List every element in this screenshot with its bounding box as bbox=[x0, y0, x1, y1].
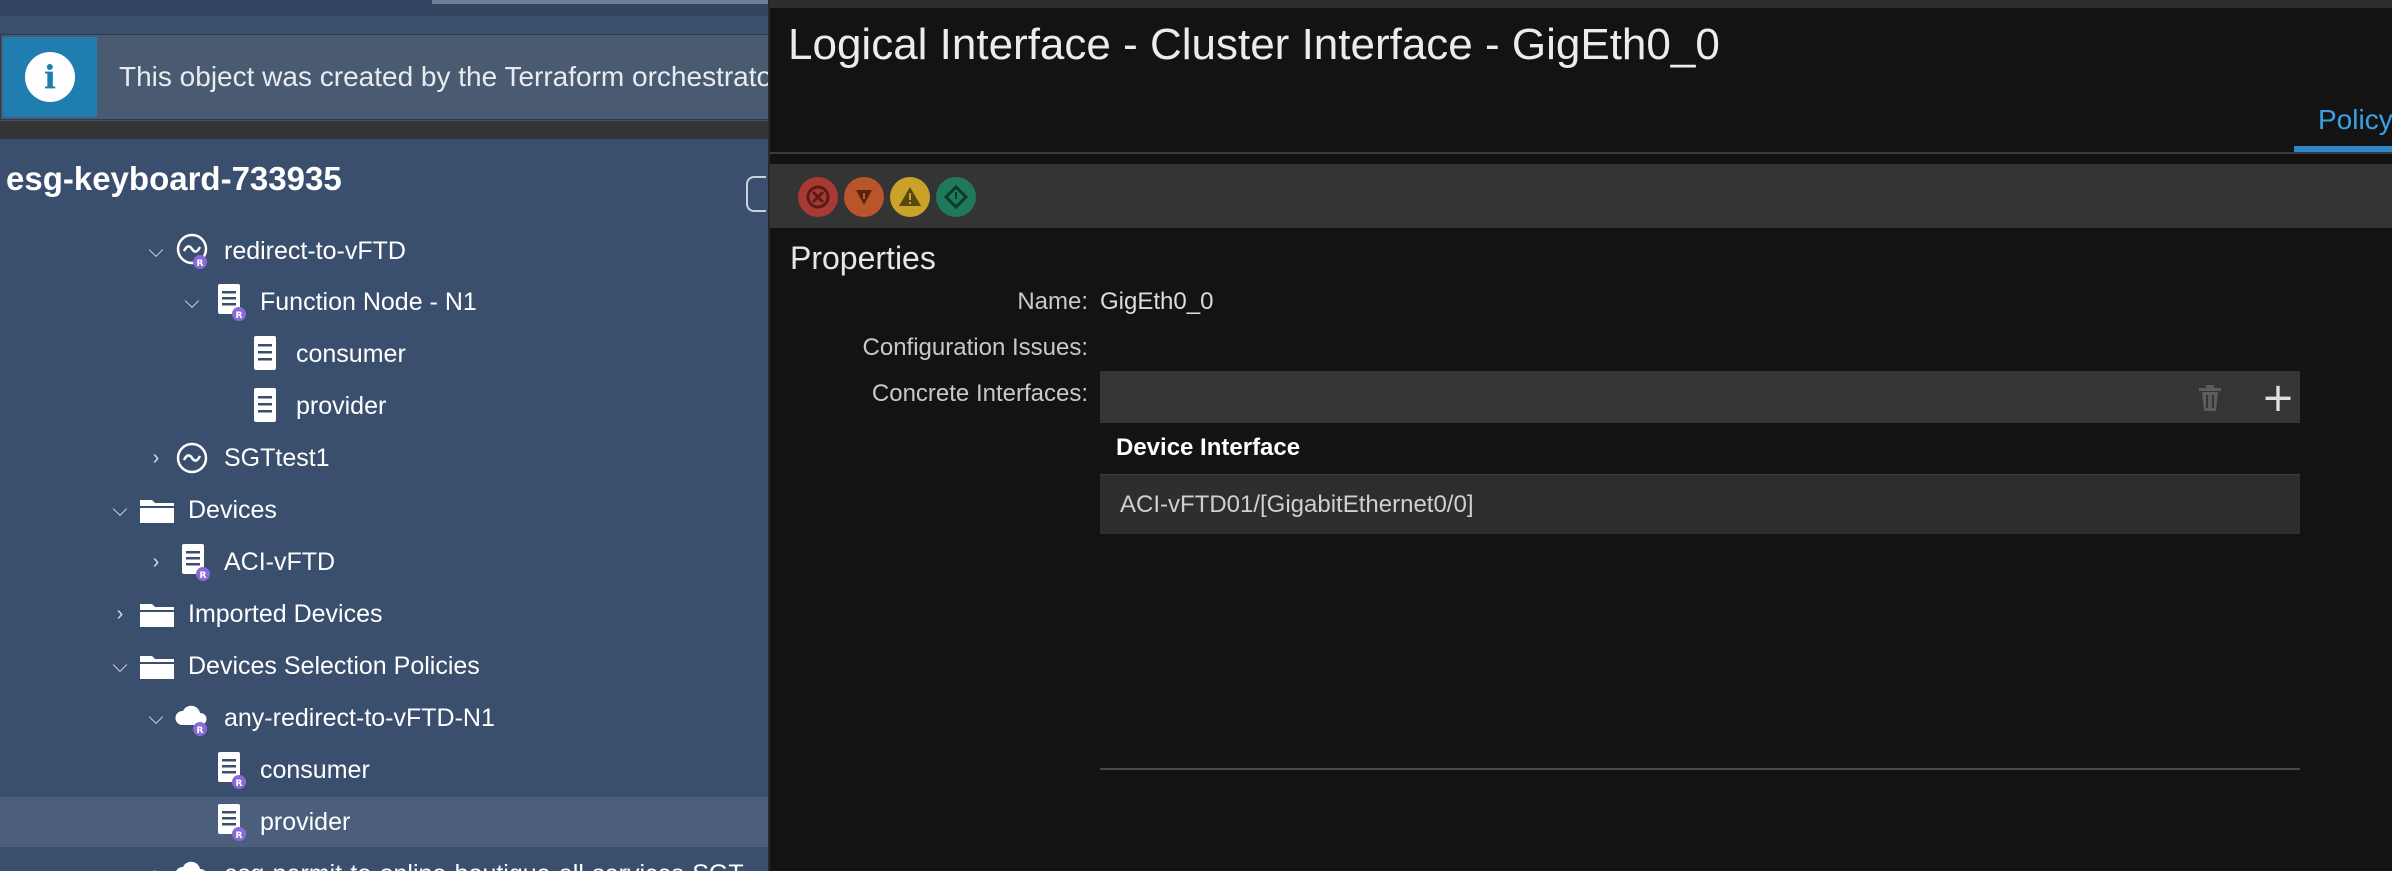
properties-title: Properties bbox=[790, 240, 936, 276]
chevron-down-icon[interactable]: ⌵ bbox=[180, 290, 204, 314]
tabs-divider bbox=[770, 152, 2392, 154]
concrete-interfaces-label: Concrete Interfaces: bbox=[871, 380, 1088, 407]
panel-top-bar bbox=[770, 0, 2392, 8]
info-icon: i bbox=[25, 52, 75, 102]
svg-text:R: R bbox=[236, 779, 243, 789]
configuration-issues-label: Configuration Issues: bbox=[862, 334, 1088, 361]
table-bottom-border bbox=[1100, 768, 2300, 770]
folder-icon bbox=[138, 491, 174, 529]
document-icon: R bbox=[214, 803, 248, 841]
tree-item-label: consumer bbox=[260, 755, 370, 784]
service-graph-icon bbox=[176, 439, 210, 477]
table-row[interactable]: ACI-vFTD01/[GigabitEthernet0/0] bbox=[1100, 474, 2300, 534]
chevron-right-icon[interactable]: › bbox=[144, 862, 168, 871]
tree-item-label: any-redirect-to-vFTD-N1 bbox=[224, 703, 495, 732]
tree-item-label: ACI-vFTD bbox=[224, 547, 336, 576]
tree-item-devices[interactable]: ⌵ Devices bbox=[0, 485, 770, 535]
tree-item-label: SGTtest1 bbox=[224, 443, 330, 472]
chevron-right-icon[interactable]: › bbox=[144, 550, 168, 574]
tree-item-consumer[interactable]: consumer bbox=[0, 329, 770, 379]
document-icon: R bbox=[214, 751, 248, 789]
tree-item-sgttest1[interactable]: › SGTtest1 bbox=[0, 433, 770, 483]
device-interface-column-header[interactable]: Device Interface bbox=[1116, 434, 1300, 462]
tab-policy[interactable]: Policy bbox=[2318, 104, 2392, 136]
svg-text:R: R bbox=[197, 259, 204, 269]
minor-fault-icon[interactable] bbox=[890, 177, 930, 217]
chevron-down-icon[interactable]: ⌵ bbox=[108, 498, 132, 522]
page-title: Logical Interface - Cluster Interface - … bbox=[788, 20, 1720, 69]
tree-item-consumer[interactable]: R consumer bbox=[0, 745, 770, 795]
warning-fault-icon[interactable] bbox=[936, 177, 976, 217]
chevron-down-icon[interactable]: ⌵ bbox=[108, 654, 132, 678]
tree-item-provider-selected[interactable]: R provider bbox=[0, 797, 770, 847]
banner-text: This object was created by the Terraform… bbox=[119, 61, 770, 92]
document-icon bbox=[250, 387, 284, 425]
document-icon: R bbox=[214, 283, 248, 321]
document-icon: R bbox=[178, 543, 212, 581]
name-value: GigEth0_0 bbox=[1100, 288, 1214, 315]
document-icon bbox=[250, 335, 284, 373]
cloud-icon: R bbox=[174, 699, 208, 737]
tree-item-redirect-to-vftd[interactable]: ⌵ R redirect-to-vFTD bbox=[0, 226, 770, 276]
tree-item-label: consumer bbox=[296, 339, 406, 368]
svg-text:R: R bbox=[236, 831, 243, 841]
tenant-title: esg-keyboard-733935 bbox=[6, 160, 342, 197]
tree-item-label: provider bbox=[260, 807, 351, 836]
tree-item-devices-selection-policies[interactable]: ⌵ Devices Selection Policies bbox=[0, 641, 770, 691]
tree-item-label: provider bbox=[296, 391, 387, 420]
tree-item-label: Function Node - N1 bbox=[260, 287, 477, 316]
banner-separator bbox=[0, 121, 770, 139]
tree-item-aci-vftd[interactable]: › R ACI-vFTD bbox=[0, 537, 770, 587]
tree-item-any-redirect[interactable]: ⌵ R any-redirect-to-vFTD-N1 bbox=[0, 693, 770, 743]
panel-collapse-handle[interactable] bbox=[746, 176, 766, 212]
navigation-panel: i This object was created by the Terrafo… bbox=[0, 0, 770, 871]
details-panel: Logical Interface - Cluster Interface - … bbox=[768, 0, 2392, 871]
tree-item-label: esg-permit-to-online-boutique-all-servic… bbox=[224, 860, 744, 871]
service-graph-icon: R bbox=[176, 232, 210, 270]
folder-icon bbox=[138, 647, 174, 685]
cloud-icon bbox=[174, 855, 208, 871]
left-top-bar bbox=[0, 0, 770, 16]
svg-text:R: R bbox=[236, 311, 243, 321]
info-banner: i This object was created by the Terrafo… bbox=[0, 34, 770, 120]
critical-fault-icon[interactable] bbox=[798, 177, 838, 217]
tab-stub bbox=[432, 0, 770, 4]
major-fault-icon[interactable] bbox=[844, 177, 884, 217]
concrete-interfaces-toolbar bbox=[1100, 371, 2300, 423]
name-label: Name: bbox=[1017, 288, 1088, 315]
delete-icon[interactable] bbox=[2192, 380, 2228, 416]
svg-text:R: R bbox=[197, 726, 204, 736]
chevron-right-icon[interactable]: › bbox=[108, 602, 132, 626]
tree-item-function-node[interactable]: ⌵ R Function Node - N1 bbox=[0, 277, 770, 327]
fault-toolbar bbox=[770, 164, 2392, 228]
info-icon-box: i bbox=[3, 37, 97, 117]
tree-item-esg-permit[interactable]: › esg-permit-to-online-boutique-all-serv… bbox=[0, 849, 770, 871]
tree-item-label: Imported Devices bbox=[188, 599, 383, 628]
svg-text:R: R bbox=[200, 571, 207, 581]
chevron-down-icon[interactable]: ⌵ bbox=[144, 706, 168, 730]
folder-icon bbox=[138, 595, 174, 633]
tree-item-provider[interactable]: provider bbox=[0, 381, 770, 431]
add-icon[interactable]: + bbox=[2258, 378, 2298, 418]
tree-item-label: Devices Selection Policies bbox=[188, 651, 480, 680]
tree-item-imported-devices[interactable]: › Imported Devices bbox=[0, 589, 770, 639]
chevron-right-icon[interactable]: › bbox=[144, 446, 168, 470]
chevron-down-icon[interactable]: ⌵ bbox=[144, 239, 168, 263]
tree-item-label: redirect-to-vFTD bbox=[224, 236, 406, 265]
device-interface-cell: ACI-vFTD01/[GigabitEthernet0/0] bbox=[1120, 491, 1474, 518]
tree-item-label: Devices bbox=[188, 495, 277, 524]
